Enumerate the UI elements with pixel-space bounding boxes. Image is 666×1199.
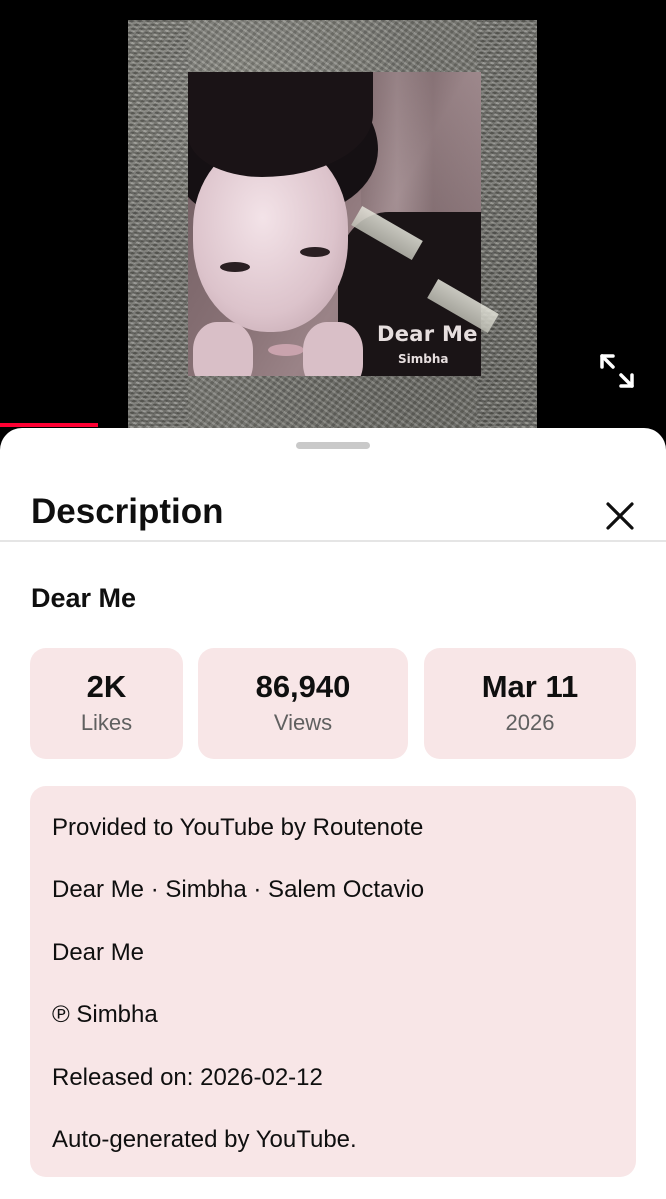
description-sheet: Description Dear Me 2K Likes 86,940 View… — [0, 428, 666, 1199]
progress-bar-played[interactable] — [0, 423, 98, 427]
publish-year: 2026 — [505, 710, 555, 736]
frame-texture-left — [128, 20, 188, 432]
description-box: Provided to YouTube by Routenote Dear Me… — [30, 786, 636, 1177]
description-line: Dear Me · Simbha · Salem Octavio — [52, 876, 425, 903]
cover-lips — [268, 344, 304, 356]
description-line: Dear Me — [52, 939, 145, 966]
frame-texture-right — [477, 20, 537, 432]
description-line: Auto-generated by YouTube. — [52, 1126, 357, 1153]
cover-artist-text: Simbha — [398, 352, 449, 366]
cover-eye-right — [300, 247, 330, 257]
likes-label: Likes — [80, 710, 133, 736]
date-stat: Mar 11 2026 — [424, 648, 636, 759]
views-stat: 86,940 Views — [198, 648, 408, 759]
close-button[interactable] — [600, 496, 640, 536]
cover-eye-left — [220, 262, 250, 272]
video-player[interactable]: Dear Me Simbha — [0, 0, 666, 432]
views-label: Views — [273, 710, 333, 736]
likes-count: 2K — [86, 669, 127, 704]
description-line: Released on: 2026-02-12 — [52, 1064, 323, 1091]
sheet-title: Description — [31, 492, 224, 531]
fullscreen-button[interactable] — [596, 350, 638, 392]
cover-title-text: Dear Me — [377, 322, 478, 346]
sheet-header: Description — [0, 448, 666, 542]
close-icon — [606, 502, 634, 530]
fullscreen-icon — [600, 354, 634, 388]
cover-hand-right — [303, 322, 363, 376]
video-title: Dear Me — [31, 583, 137, 613]
cover-hand-left — [193, 322, 253, 376]
views-count: 86,940 — [255, 669, 351, 704]
likes-stat: 2K Likes — [30, 648, 183, 759]
description-line: Provided to YouTube by Routenote — [52, 814, 424, 841]
description-line: ℗ Simbha — [52, 1001, 158, 1028]
publish-date: Mar 11 — [481, 669, 579, 704]
